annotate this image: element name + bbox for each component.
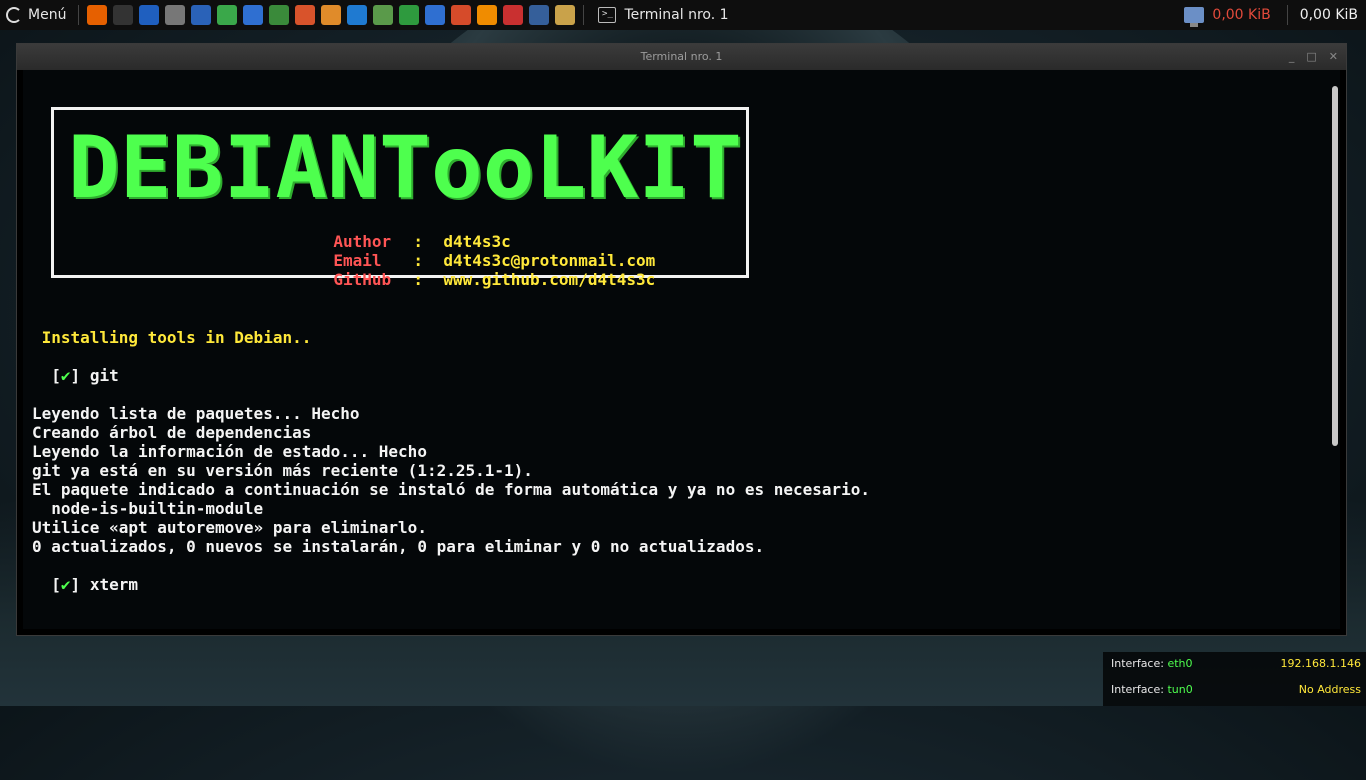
email-value: d4t4s3c@protonmail.com	[443, 251, 656, 270]
terminal-area[interactable]: DEBIANTooLKIT Author: d4t4s3c Email: d4t4s…	[23, 70, 1340, 629]
network-icon[interactable]	[1184, 7, 1205, 27]
ascii-logo: DEBIANTooLKIT	[68, 118, 742, 218]
interface-label: Interface:	[1111, 683, 1164, 696]
tool-name: git	[80, 366, 119, 385]
net-download-speed: 0,00 KiB	[1212, 7, 1271, 23]
menu-label: Menú	[28, 7, 67, 23]
document-icon[interactable]	[425, 5, 446, 25]
output-line: 0 actualizados, 0 nuevos se instalarán, …	[32, 537, 765, 556]
github-value: www.github.com/d4t4s3c	[443, 270, 656, 289]
maximize-icon[interactable]: □	[1306, 44, 1316, 70]
ascii-letter: A	[275, 118, 327, 218]
minimize-icon[interactable]: _	[1289, 44, 1295, 70]
tool-line-xterm: [✔] xterm	[32, 575, 870, 594]
bracket: ]	[70, 575, 81, 594]
address-tun0: No Address	[1298, 683, 1361, 696]
lightning-icon[interactable]	[217, 5, 238, 25]
panel-separator	[78, 5, 80, 25]
colon: :	[413, 232, 423, 251]
ascii-letter: o	[482, 118, 535, 218]
search-icon[interactable]	[529, 5, 550, 25]
banner-info: Author: d4t4s3c Email: d4t4s3c@protonmail.…	[237, 213, 656, 289]
ascii-letter: N	[327, 118, 379, 218]
terminal-icon[interactable]	[113, 5, 134, 25]
output-line: Leyendo lista de paquetes... Hecho	[32, 404, 360, 423]
toolkit-banner: DEBIANTooLKIT Author: d4t4s3c Email: d4t4s…	[51, 107, 749, 289]
panel-separator	[583, 5, 585, 25]
spreadsheet-icon[interactable]	[399, 5, 420, 25]
interface-tun0: tun0	[1167, 683, 1193, 696]
tool-line-git: [✔] git	[32, 366, 870, 385]
recorder-icon[interactable]	[503, 5, 524, 25]
installing-line: Installing tools in Debian..	[32, 328, 312, 347]
menu-button[interactable]: Menú	[0, 0, 74, 30]
ascii-letter: B	[171, 118, 224, 218]
top-panel: Menú >_ Terminal nro. 1 0,00 KiB 0,00 Ki…	[0, 0, 1366, 30]
debian-logo-icon	[6, 7, 22, 23]
email-label: Email	[333, 251, 382, 270]
ascii-letter: E	[119, 118, 172, 218]
ascii-letter: K	[586, 118, 638, 218]
colon: :	[413, 270, 423, 289]
ascii-letter: I	[223, 118, 276, 218]
terminal-output: Installing tools in Debian.. [✔] git Ley…	[32, 328, 870, 594]
check-icon: ✔	[60, 366, 71, 385]
launcher-bar	[83, 5, 579, 25]
net-upload-speed: 0,00 KiB	[1299, 7, 1358, 23]
bracket: ]	[70, 366, 81, 385]
output-line: Leyendo la información de estado... Hech…	[32, 442, 427, 461]
tool-name: xterm	[80, 575, 138, 594]
malwarebytes-icon[interactable]	[139, 5, 160, 25]
interface-label: Interface:	[1111, 657, 1164, 670]
close-icon[interactable]: ✕	[1329, 44, 1338, 70]
vscode-icon[interactable]	[347, 5, 368, 25]
palette-icon[interactable]	[555, 5, 576, 25]
ascii-letter: T	[379, 118, 431, 218]
terminal-window: Terminal nro. 1 _ □ ✕ DEBIANTooLKIT Auth…	[16, 43, 1347, 636]
network-widget: Interface: eth0 192.168.1.146 Interface:…	[1103, 652, 1366, 706]
bracket: [	[32, 366, 61, 385]
window-title: Terminal nro. 1	[640, 50, 723, 63]
output-line: Creando árbol de dependencias	[32, 423, 312, 442]
sublime-icon[interactable]	[321, 5, 342, 25]
author-value: d4t4s3c	[443, 232, 511, 251]
eye-icon[interactable]	[191, 5, 212, 25]
ascii-letter: T	[690, 118, 742, 218]
ascii-letter: o	[430, 118, 483, 218]
firefox-icon[interactable]	[87, 5, 108, 25]
check-icon: ✔	[60, 575, 71, 594]
output-line: Utilice «apt autoremove» para eliminarlo…	[32, 518, 427, 537]
window-titlebar[interactable]: Terminal nro. 1 _ □ ✕	[17, 44, 1346, 70]
output-line: git ya está en su versión más reciente (…	[32, 461, 533, 480]
address-eth0: 192.168.1.146	[1280, 657, 1361, 670]
scrollbar[interactable]	[1332, 86, 1338, 446]
interface-eth0: eth0	[1167, 657, 1193, 670]
apt-output: Leyendo lista de paquetes... Hecho Creand…	[32, 404, 870, 556]
output-line: El paquete indicado a continuación se in…	[32, 480, 871, 499]
taskbar-item-label: Terminal nro. 1	[624, 7, 729, 23]
panel-separator	[1286, 5, 1288, 25]
shark-icon[interactable]	[243, 5, 264, 25]
colon: :	[413, 251, 423, 270]
taskbar-item-terminal[interactable]: >_ Terminal nro. 1	[598, 7, 729, 23]
burp-icon[interactable]	[295, 5, 316, 25]
ascii-letter: L	[534, 118, 587, 218]
presentation-icon[interactable]	[451, 5, 472, 25]
author-label: Author	[333, 232, 392, 251]
output-line: node-is-builtin-module	[32, 499, 264, 518]
calculator-icon[interactable]	[165, 5, 186, 25]
terminal-icon: >_	[598, 7, 617, 23]
ascii-letter: D	[68, 118, 120, 218]
bracket: [	[32, 575, 61, 594]
vlc-icon[interactable]	[477, 5, 498, 25]
github-label: GitHub	[333, 270, 392, 289]
ascii-letter: I	[638, 118, 690, 218]
python-icon[interactable]	[269, 5, 290, 25]
panel-tray: 0,00 KiB 0,00 KiB	[1184, 0, 1366, 30]
editor-icon[interactable]	[373, 5, 394, 25]
